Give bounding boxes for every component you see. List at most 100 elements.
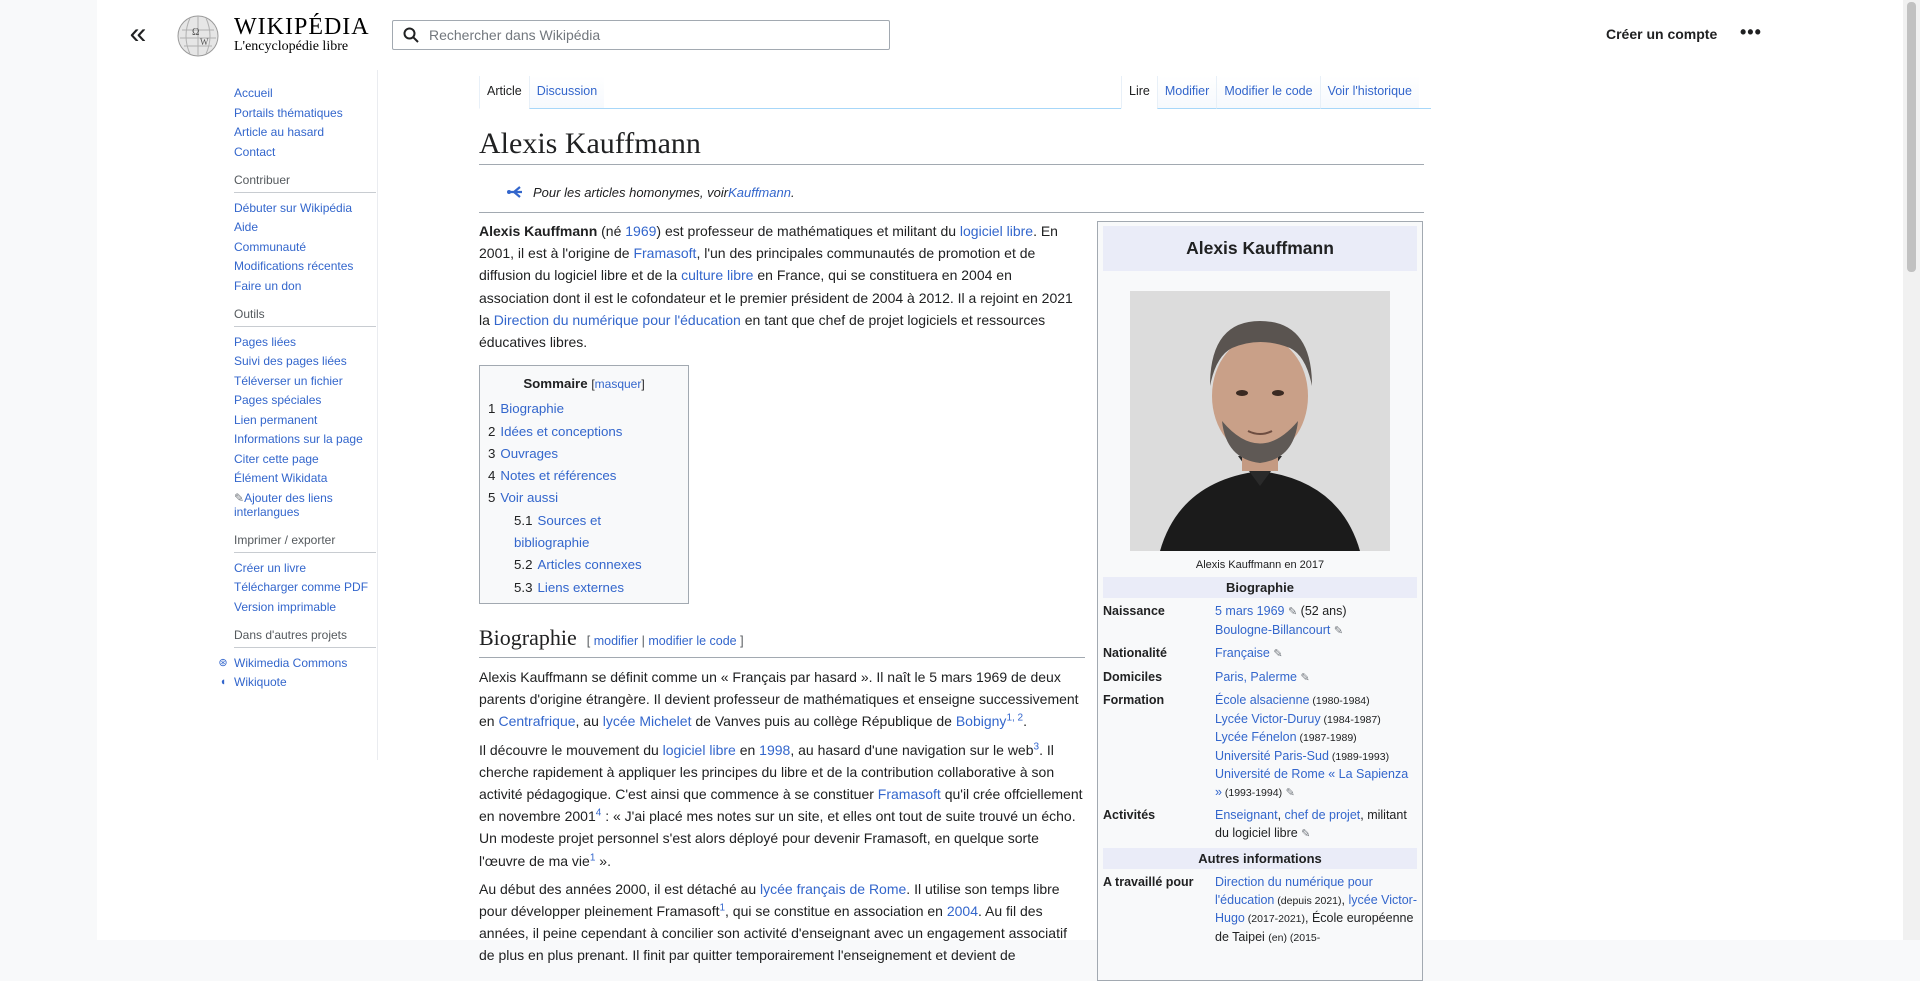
link-naissance-lieu[interactable]: Boulogne-Billancourt	[1215, 623, 1330, 637]
sidebar-item-pages-liees[interactable]: Pages liées	[234, 335, 376, 349]
edit-pencil-icon[interactable]: ✎	[1300, 672, 1309, 684]
sidebar-item-speciales[interactable]: Pages spéciales	[234, 393, 376, 407]
tab-modifier[interactable]: Modifier	[1156, 76, 1217, 109]
edit-pencil-icon[interactable]: ✎	[1301, 828, 1310, 840]
link-enseignant[interactable]: Enseignant	[1215, 808, 1278, 822]
link-domiciles[interactable]: Paris, Palerme	[1215, 670, 1297, 684]
link-bobigny[interactable]: Bobigny	[956, 713, 1007, 729]
tab-lire[interactable]: Lire	[1121, 76, 1157, 109]
edit-pencil-icon[interactable]: ✎	[1286, 787, 1295, 799]
link-framasoft[interactable]: Framasoft	[633, 245, 696, 261]
sidebar-item-modifications[interactable]: Modifications récentes	[234, 259, 376, 273]
sidebar-item-commons[interactable]: ⊛ Wikimedia Commons	[216, 656, 376, 670]
create-account-link[interactable]: Créer un compte	[1606, 26, 1717, 42]
toc-link[interactable]: Idées et conceptions	[500, 424, 622, 439]
sidebar-item-accueil[interactable]: Accueil	[234, 86, 376, 100]
link-framasoft[interactable]: Framasoft	[878, 786, 941, 802]
wikipedia-globe-logo[interactable]: Ω W	[172, 12, 224, 58]
scrollbar-thumb[interactable]	[1907, 2, 1916, 272]
sidebar-item-citer[interactable]: Citer cette page	[234, 452, 376, 466]
sidebar-item-communaute[interactable]: Communauté	[234, 240, 376, 254]
edit-pencil-icon[interactable]: ✎	[1288, 606, 1297, 618]
link-formation[interactable]: Université Paris-Sud	[1215, 749, 1329, 763]
sidebar-item-debuter[interactable]: Débuter sur Wikipédia	[234, 201, 376, 215]
toc-item[interactable]: 3 Ouvrages	[488, 443, 680, 465]
sidebar-item-contact[interactable]: Contact	[234, 145, 376, 159]
link-1998[interactable]: 1998	[759, 742, 790, 758]
toc-num: 1	[488, 401, 496, 417]
sidebar-item-televerser[interactable]: Téléverser un fichier	[234, 374, 376, 388]
toc-link[interactable]: Biographie	[500, 401, 564, 416]
toc-subitem[interactable]: 5.3 Liens externes	[488, 577, 680, 599]
sidebar-item-portails[interactable]: Portails thématiques	[234, 106, 376, 120]
toc-subitem[interactable]: 5.1 Sources et bibliographie	[488, 510, 680, 555]
infobox-portrait[interactable]	[1130, 291, 1390, 551]
link-logiciel-libre[interactable]: logiciel libre	[960, 223, 1033, 239]
sidebar-item-interlangues[interactable]: ✎Ajouter des liens interlangues	[234, 491, 376, 519]
search-input[interactable]	[427, 26, 871, 44]
sidebar-item-suivi[interactable]: Suivi des pages liées	[234, 354, 376, 368]
toc-title: Sommaire [masquer]	[488, 374, 680, 394]
sidebar-item-imprimable[interactable]: Version imprimable	[234, 600, 376, 614]
footnote-ref[interactable]: 1, 2	[1006, 713, 1023, 724]
tab-modifier-code[interactable]: Modifier le code	[1216, 76, 1320, 109]
infobox-value: Française ✎	[1215, 645, 1417, 664]
sidebar-item-interlangues-label: Ajouter des liens interlangues	[234, 490, 333, 519]
sidebar-item-wikiquote-label: Wikiquote	[234, 675, 287, 689]
sidebar-item-don[interactable]: Faire un don	[234, 279, 376, 293]
wordmark[interactable]: WIKIPÉDIA L'encyclopédie libre	[234, 15, 370, 55]
toc-item[interactable]: 5 Voir aussi	[488, 487, 680, 509]
section-edit-code-link[interactable]: modifier le code	[648, 634, 736, 648]
tab-discussion[interactable]: Discussion	[528, 76, 605, 109]
sidebar-item-hasard[interactable]: Article au hasard	[234, 125, 376, 139]
toc-link[interactable]: Notes et références	[500, 468, 616, 483]
sidebar-heading-export: Imprimer / exporter	[234, 533, 376, 553]
sidebar-item-wikidata[interactable]: Élément Wikidata	[234, 471, 376, 485]
sidebar-item-pdf[interactable]: Télécharger comme PDF	[234, 580, 376, 594]
toc-item[interactable]: 2 Idées et conceptions	[488, 421, 680, 443]
toc-link[interactable]: Ouvrages	[500, 446, 558, 461]
section-edit-link[interactable]: modifier	[594, 634, 638, 648]
toc-link[interactable]: Liens externes	[538, 580, 624, 595]
more-options-icon[interactable]: •••	[1740, 22, 1762, 43]
infobox-label: Formation	[1103, 693, 1165, 707]
sidebar-item-wikiquote[interactable]: ◖ Wikiquote	[216, 675, 376, 689]
sidebar-item-informations[interactable]: Informations sur la page	[234, 432, 376, 446]
scrollbar[interactable]	[1903, 0, 1920, 940]
infobox-value: Direction du numérique pour l'éducation …	[1215, 874, 1417, 947]
link-en[interactable]: (en)	[1268, 932, 1287, 944]
link-nationalite[interactable]: Française	[1215, 646, 1270, 660]
sidebar-item-aide[interactable]: Aide	[234, 220, 376, 234]
tab-article[interactable]: Article	[479, 76, 529, 109]
link-formation[interactable]: Lycée Victor-Duruy	[1215, 712, 1321, 726]
toc-item[interactable]: 4 Notes et références	[488, 465, 680, 487]
link-lycee-michelet[interactable]: lycée Michelet	[603, 713, 692, 729]
infobox-value: École alsacienne (1980-1984) Lycée Victo…	[1215, 692, 1417, 802]
link-formation[interactable]: Lycée Fénelon	[1215, 730, 1297, 744]
toc-subitem[interactable]: 5.2 Articles connexes	[488, 554, 680, 576]
sidebar-item-livre[interactable]: Créer un livre	[234, 561, 376, 575]
search-box[interactable]	[392, 20, 890, 50]
link-1969[interactable]: 1969	[625, 223, 656, 239]
toc-link[interactable]: Voir aussi	[500, 490, 558, 505]
link-chef-projet[interactable]: chef de projet	[1285, 808, 1361, 822]
hatnote-link[interactable]: Kauffmann	[728, 185, 791, 200]
toc-hide-link[interactable]: masquer	[595, 377, 642, 391]
edit-pencil-icon[interactable]: ✎	[1273, 648, 1282, 660]
toc-link[interactable]: Articles connexes	[538, 557, 642, 572]
collapse-sidebar-icon[interactable]: «	[122, 19, 154, 52]
toc-item[interactable]: 1 Biographie	[488, 398, 680, 420]
link-lycee-rome[interactable]: lycée français de Rome	[760, 881, 906, 897]
sidebar-item-permanent[interactable]: Lien permanent	[234, 413, 376, 427]
toc-hide-toggle[interactable]: [masquer]	[591, 377, 644, 391]
tab-historique[interactable]: Voir l'historique	[1319, 76, 1419, 109]
edit-pencil-icon[interactable]: ✎	[1334, 625, 1343, 637]
years: (2015-	[1286, 931, 1321, 944]
link-2004[interactable]: 2004	[947, 903, 978, 919]
link-logiciel-libre[interactable]: logiciel libre	[663, 742, 736, 758]
link-culture-libre[interactable]: culture libre	[681, 267, 753, 283]
link-dne[interactable]: Direction du numérique pour l'éducation	[494, 312, 741, 328]
link-formation[interactable]: École alsacienne	[1215, 693, 1310, 707]
link-centrafrique[interactable]: Centrafrique	[498, 713, 575, 729]
link-naissance-date[interactable]: 5 mars 1969	[1215, 604, 1284, 618]
